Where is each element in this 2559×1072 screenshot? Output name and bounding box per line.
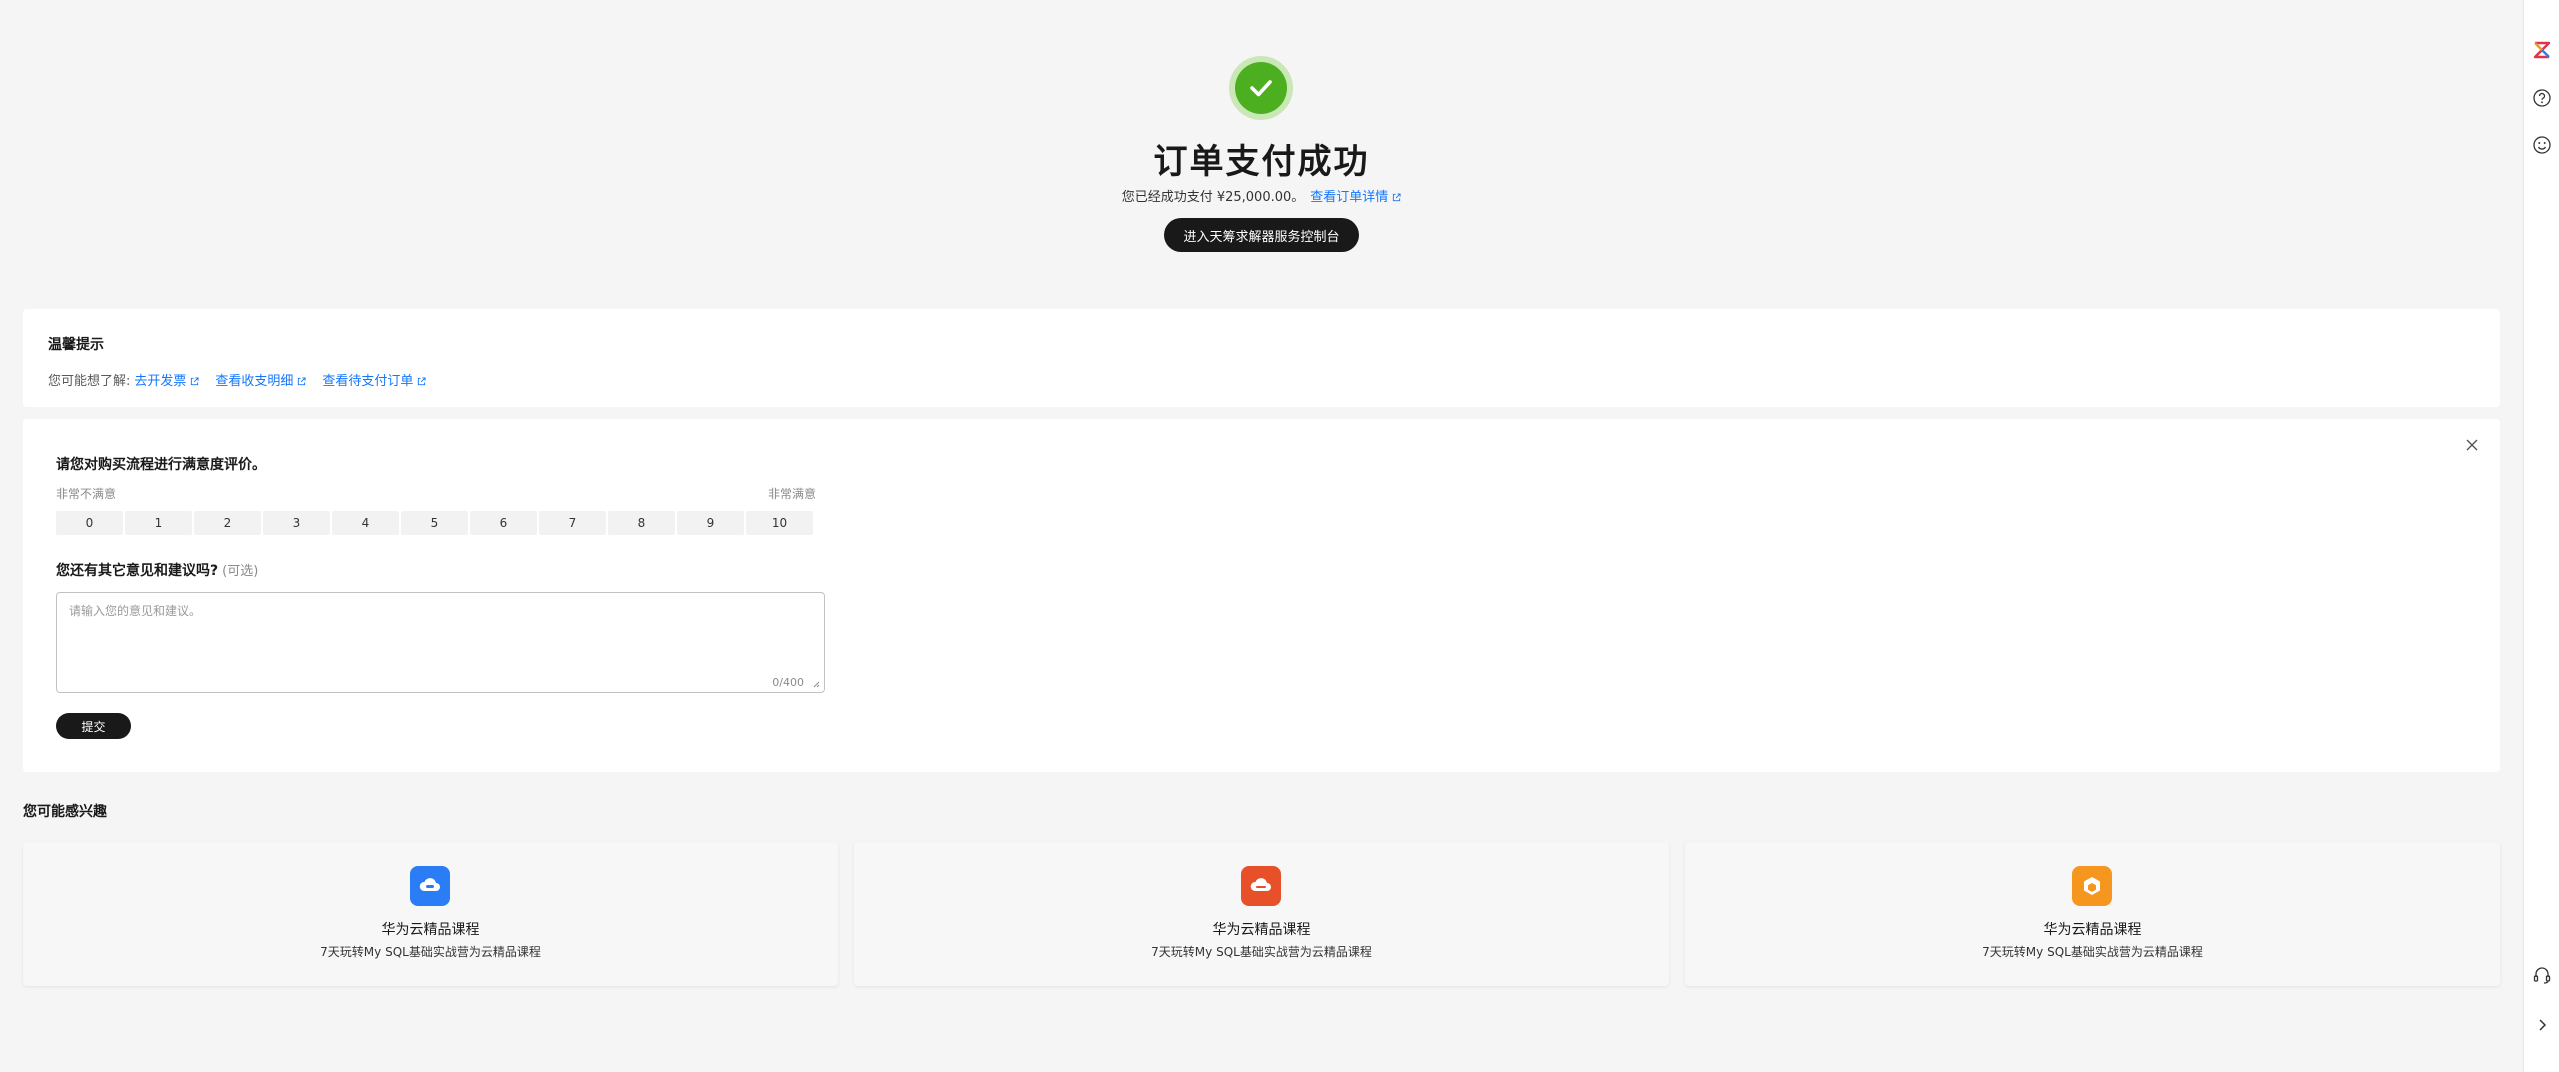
- course-title: 华为云精品课程: [381, 922, 480, 938]
- rating-option[interactable]: 9: [677, 511, 744, 535]
- tips-title: 温馨提示: [48, 337, 104, 353]
- submit-button[interactable]: 提交: [56, 713, 131, 739]
- page-title: 订单支付成功: [1153, 142, 1370, 182]
- external-link-icon: [191, 377, 199, 386]
- rating-option[interactable]: 4: [332, 511, 399, 535]
- smiley-feedback-icon[interactable]: [2532, 135, 2552, 155]
- order-details-link[interactable]: 查看订单详情: [1310, 190, 1401, 205]
- suggestion-textarea[interactable]: [57, 593, 824, 692]
- course-subtitle: 7天玩转My SQL基础实战营为云精品课程: [1982, 945, 2203, 959]
- char-counter: 0/400: [772, 676, 804, 689]
- headset-support-icon[interactable]: [2532, 965, 2552, 985]
- pending-orders-link[interactable]: 查看待支付订单: [322, 370, 426, 389]
- main-content: 订单支付成功 您已经成功支付 ¥25,000.00。 查看订单详情 进入天筹求解器…: [0, 0, 2523, 1072]
- resize-handle-icon[interactable]: [812, 680, 820, 688]
- course-title: 华为云精品课程: [1212, 922, 1311, 938]
- right-tool-rail: [2523, 0, 2559, 1072]
- recommend-title: 您可能感兴趣: [23, 804, 107, 820]
- rating-scale: 0 1 2 3 4 5 6 7 8 9 10: [56, 511, 815, 535]
- low-rating-label: 非常不满意: [56, 487, 117, 501]
- billing-details-link[interactable]: 查看收支明细: [215, 370, 306, 389]
- tips-card: 温馨提示 您可能想了解: 去开发票 查看收支明细 查看待支付订单: [23, 309, 2500, 407]
- course-subtitle: 7天玩转My SQL基础实战营为云精品课程: [320, 945, 541, 959]
- optional-tag: (可选): [222, 564, 259, 579]
- rating-option[interactable]: 0: [56, 511, 123, 535]
- package-icon: [2072, 866, 2112, 906]
- rating-option[interactable]: 10: [746, 511, 813, 535]
- suggestion-question: 您还有其它意见和建议吗? (可选): [56, 563, 259, 579]
- help-icon[interactable]: [2532, 88, 2552, 108]
- external-link-icon: [418, 377, 426, 386]
- course-subtitle: 7天玩转My SQL基础实战营为云精品课程: [1151, 945, 1372, 959]
- success-check-icon: [1229, 56, 1293, 120]
- rating-option[interactable]: 3: [263, 511, 330, 535]
- course-card[interactable]: 华为云精品课程 7天玩转My SQL基础实战营为云精品课程: [23, 842, 838, 986]
- rating-question: 请您对购买流程进行满意度评价。: [56, 457, 266, 473]
- tips-links: 您可能想了解: 去开发票 查看收支明细 查看待支付订单: [48, 370, 442, 389]
- course-card[interactable]: 华为云精品课程 7天玩转My SQL基础实战营为云精品课程: [1685, 842, 2500, 986]
- course-title: 华为云精品课程: [2043, 922, 2142, 938]
- payment-summary: 您已经成功支付 ¥25,000.00。 查看订单详情: [0, 186, 2523, 205]
- close-icon[interactable]: [2462, 435, 2482, 455]
- enter-console-button[interactable]: 进入天筹求解器服务控制台: [1164, 218, 1359, 252]
- rating-option[interactable]: 7: [539, 511, 606, 535]
- satisfaction-survey-card: 请您对购买流程进行满意度评价。 非常不满意 非常满意 0 1 2 3 4 5 6…: [23, 419, 2500, 772]
- cloud-database-icon: [410, 866, 450, 906]
- invoice-link[interactable]: 去开发票: [134, 370, 199, 389]
- brand-logo-icon[interactable]: [2532, 40, 2552, 60]
- rating-option[interactable]: 8: [608, 511, 675, 535]
- high-rating-label: 非常满意: [768, 487, 817, 501]
- external-link-icon: [298, 377, 306, 386]
- course-card[interactable]: 华为云精品课程 7天玩转My SQL基础实战营为云精品课程: [854, 842, 1669, 986]
- external-link-icon: [1393, 193, 1401, 202]
- rating-option[interactable]: 2: [194, 511, 261, 535]
- paid-amount-text: 您已经成功支付 ¥25,000.00。: [1121, 190, 1305, 205]
- payment-success-header: 订单支付成功 您已经成功支付 ¥25,000.00。 查看订单详情 进入天筹求解器…: [0, 0, 2523, 300]
- tips-lead: 您可能想了解:: [48, 374, 131, 389]
- rating-option[interactable]: 5: [401, 511, 468, 535]
- suggestion-box: 0/400: [56, 592, 825, 693]
- chevron-right-icon[interactable]: [2532, 1015, 2552, 1035]
- rating-option[interactable]: 6: [470, 511, 537, 535]
- cloud-server-icon: [1241, 866, 1281, 906]
- rating-option[interactable]: 1: [125, 511, 192, 535]
